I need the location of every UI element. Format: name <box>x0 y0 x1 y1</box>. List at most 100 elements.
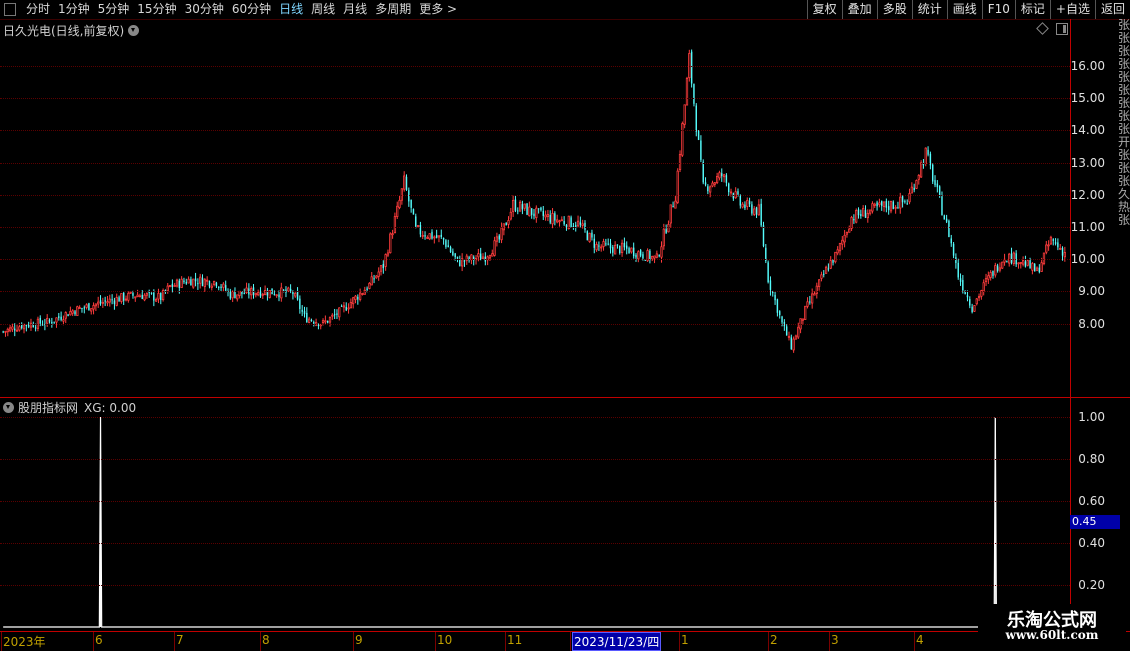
candle <box>14 323 16 337</box>
date-tick <box>93 632 94 651</box>
candle-body <box>278 294 280 298</box>
candle-body <box>806 301 809 307</box>
candle-body <box>685 77 689 106</box>
candle-body <box>672 206 674 208</box>
candle <box>827 263 830 272</box>
candle <box>145 292 148 299</box>
candle <box>537 208 540 214</box>
candle-body <box>333 314 336 316</box>
candle-body <box>906 203 908 205</box>
candle-body <box>321 320 325 323</box>
candle-body <box>408 190 410 202</box>
candle-body <box>352 297 355 305</box>
candle <box>101 297 104 308</box>
candle-body <box>924 147 927 164</box>
indicator-tick: 0.20 <box>1078 578 1105 592</box>
price-axis: 16.00 15.00 14.00 13.00 12.00 11.00 10.00 9.00 8… <box>1070 19 1119 631</box>
chevron-down-icon[interactable] <box>3 402 14 413</box>
candle <box>342 301 346 313</box>
candle <box>602 238 605 251</box>
candle-body <box>94 303 98 307</box>
candle <box>398 195 401 210</box>
candle-body <box>398 199 401 208</box>
date-tick <box>435 632 436 651</box>
price-gridline <box>0 194 1070 196</box>
candle <box>722 173 726 183</box>
candle-body <box>210 285 213 288</box>
candle <box>29 318 33 331</box>
candle-body <box>78 307 81 310</box>
candle-body <box>1031 263 1034 271</box>
candle <box>150 292 153 295</box>
candle-body <box>702 161 704 183</box>
candle <box>630 247 633 254</box>
candle-body <box>792 338 795 351</box>
date-tick <box>505 632 506 651</box>
candle <box>605 238 607 247</box>
date-label: 1 <box>681 633 689 647</box>
date-label: 3 <box>831 633 839 647</box>
candle-body <box>415 216 417 227</box>
candle <box>744 201 746 211</box>
candle <box>449 245 452 253</box>
candle <box>1047 240 1050 251</box>
candle-body <box>424 235 426 237</box>
candle <box>74 309 76 316</box>
candle-body <box>491 253 494 257</box>
candle-body <box>662 228 665 247</box>
candle <box>338 307 341 321</box>
date-tick <box>679 632 680 651</box>
candle-body <box>718 172 721 179</box>
candle-body <box>899 196 902 209</box>
candle <box>234 287 236 299</box>
candle-body <box>915 180 918 189</box>
price-tick: 10.00 <box>1070 252 1105 267</box>
candle <box>218 286 220 291</box>
candle <box>588 232 591 243</box>
candle <box>357 294 359 305</box>
candle <box>894 205 897 214</box>
candle <box>945 214 948 224</box>
candle-body <box>257 292 260 296</box>
candle-body <box>658 255 660 257</box>
candle-body <box>166 285 169 292</box>
candle-body <box>454 253 456 258</box>
candle <box>971 303 973 314</box>
candle-body <box>500 227 503 241</box>
candle-body <box>331 314 334 317</box>
candle-body <box>382 263 385 269</box>
candle-body <box>882 201 886 208</box>
candle <box>127 291 130 303</box>
candle <box>46 314 49 327</box>
candle <box>505 222 507 226</box>
candle-body <box>229 291 232 299</box>
candle-body <box>957 262 959 278</box>
candle-body <box>570 217 572 228</box>
candle <box>168 284 172 288</box>
candle <box>108 294 111 307</box>
candle-body <box>368 282 371 289</box>
candle <box>882 201 886 212</box>
candle-body <box>108 298 111 303</box>
candle-body <box>707 186 709 192</box>
price-gridline <box>0 162 1070 164</box>
candle-body <box>1026 260 1029 266</box>
kline-chart[interactable] <box>0 0 1070 631</box>
candle <box>778 310 781 319</box>
date-label: 11 <box>507 633 523 647</box>
candle-body <box>695 105 697 132</box>
candle-body <box>396 205 399 217</box>
candle-body <box>234 291 236 299</box>
candle <box>518 200 522 212</box>
candle-body <box>308 318 311 323</box>
candle <box>685 76 689 106</box>
candle-body <box>576 220 580 227</box>
candle <box>741 202 744 209</box>
candle <box>1024 255 1027 268</box>
candle-body <box>426 237 429 239</box>
toolbar-button-8[interactable]: 返回 <box>1094 0 1130 19</box>
candle-body <box>101 301 104 304</box>
candle-body <box>138 295 142 298</box>
indicator-tick: 1.00 <box>1078 410 1105 424</box>
candle <box>194 272 197 287</box>
